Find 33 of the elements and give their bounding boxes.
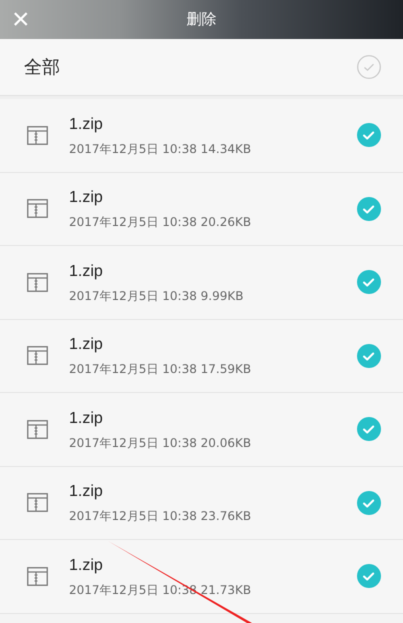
file-name: 1.zip — [69, 482, 104, 502]
file-name: 1.zip — [69, 188, 104, 208]
archive-file-icon — [27, 420, 48, 439]
file-name: 1.zip — [69, 114, 104, 135]
checked-circle-icon[interactable] — [357, 490, 381, 515]
select-all-label: 全部 — [24, 56, 60, 80]
archive-file-icon — [27, 493, 48, 512]
archive-file-icon — [27, 126, 48, 145]
file-row[interactable]: 1.zip 2017年12月5日 10:38 17.59KB — [0, 320, 403, 393]
archive-file-icon — [27, 346, 48, 366]
archive-file-icon — [27, 199, 48, 218]
file-details: 2017年12月5日 10:38 20.26KB — [69, 214, 252, 232]
file-name: 1.zip — [69, 262, 104, 282]
file-details: 2017年12月5日 10:38 23.76KB — [69, 508, 252, 526]
file-row[interactable]: 1.zip 2017年12月5日 10:38 23.76KB — [0, 466, 403, 540]
file-details: 2017年12月5日 10:38 20.06KB — [69, 434, 252, 452]
archive-file-icon — [27, 566, 48, 586]
checked-circle-icon[interactable] — [357, 196, 381, 221]
checked-circle-icon[interactable] — [357, 270, 381, 294]
archive-file-icon — [27, 272, 48, 292]
file-name: 1.zip — [69, 556, 104, 576]
file-details: 2017年12月5日 10:38 17.59KB — [69, 361, 252, 378]
file-name: 1.zip — [69, 335, 104, 356]
checked-circle-icon[interactable] — [357, 123, 381, 148]
checked-circle-icon[interactable] — [357, 417, 381, 442]
file-name: 1.zip — [69, 408, 104, 429]
file-details: 2017年12月5日 10:38 14.34KB — [69, 140, 252, 158]
checked-circle-icon[interactable] — [357, 344, 381, 368]
file-row[interactable]: 1.zip 2017年12月5日 10:38 20.26KB — [0, 172, 403, 246]
unchecked-circle-icon[interactable] — [357, 55, 381, 79]
screen-title: 删除 — [186, 9, 216, 30]
checked-circle-icon[interactable] — [357, 564, 381, 588]
file-details: 2017年12月5日 10:38 9.99KB — [69, 288, 244, 305]
